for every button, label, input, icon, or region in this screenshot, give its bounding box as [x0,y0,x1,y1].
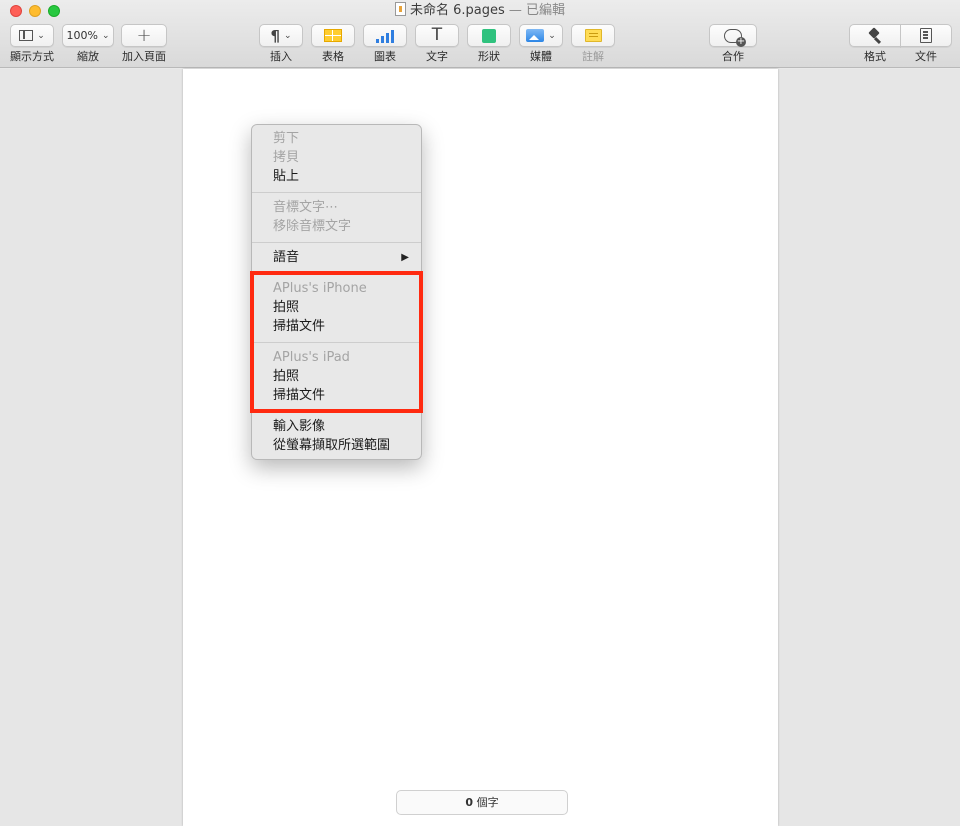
zoom-dropdown[interactable]: 100% ⌄ [62,24,114,47]
text-icon: T [431,25,443,45]
collaborate-button[interactable] [709,24,757,47]
chart-label: 圖表 [374,50,396,63]
title-separator: — [508,3,522,18]
insert-label: 插入 [270,50,292,63]
word-count-value: 0 [465,796,474,809]
menu-item-iphone-take-photo[interactable]: 拍照 [252,298,421,317]
sidebar-icon [19,30,34,41]
menu-separator [252,273,421,274]
menu-item-ipad-take-photo[interactable]: 拍照 [252,367,421,386]
chart-icon [376,29,394,43]
menu-separator [252,411,421,412]
shape-icon [482,28,496,43]
table-button[interactable] [311,24,355,47]
menu-header-iphone: APlus's iPhone [273,281,367,296]
shape-label: 形狀 [478,50,500,63]
photo-icon [526,29,545,42]
chevron-down-icon: ⌄ [284,30,292,41]
menu-separator [252,342,421,343]
add-page-label: 加入頁面 [122,50,166,63]
menu-item-paste[interactable]: 貼上 [252,167,421,186]
format-button[interactable] [849,24,901,47]
media-label: 媒體 [530,50,552,63]
comment-icon [584,29,602,42]
comment-label: 註解 [582,50,604,63]
chevron-down-icon: ⌄ [101,30,110,41]
add-page-button[interactable]: + [121,24,167,47]
zoom-label: 縮放 [77,50,99,63]
view-button[interactable]: ⌄ [10,24,54,47]
menu-item-import-image[interactable]: 輸入影像 [252,417,421,436]
menu-item-remove-phonetic: 移除音標文字 [273,219,352,234]
pages-document-icon [394,2,406,16]
view-label: 顯示方式 [10,50,54,63]
format-label: 格式 [864,50,886,63]
paintbrush-icon [868,29,882,43]
word-count-unit: 個字 [476,796,499,809]
chevron-down-icon: ⌄ [37,30,45,41]
menu-item-speech[interactable]: 語音 ▶ [252,248,421,267]
table-label: 表格 [322,50,344,63]
document-status: 已編輯 [526,3,566,18]
document-icon [920,28,932,43]
collaborate-icon [724,28,746,47]
menu-item-capture-selection[interactable]: 從螢幕擷取所選範圍 [252,436,421,455]
menu-item-speech-label: 語音 [273,250,300,265]
comment-button[interactable] [571,24,615,47]
menu-header-ipad: APlus's iPad [273,350,350,365]
media-button[interactable]: ⌄ [519,24,563,47]
document-name: 未命名 6.pages [409,3,505,18]
document-canvas [0,69,960,826]
menu-item-phonetic: 音標文字⋯ [273,200,339,215]
menu-item-cut: 剪下 [273,131,300,146]
table-icon [324,29,342,42]
menu-item-copy: 拷貝 [273,150,300,165]
word-count-badge[interactable]: 0 個字 [396,790,568,815]
zoom-value: 100% [66,29,98,42]
plus-icon: + [136,24,152,46]
collaborate-label: 合作 [722,50,744,63]
toolbar: 未命名 6.pages — 已編輯 ⌄ 顯示方式 100% ⌄ 縮放 + 加入頁面… [0,0,960,68]
text-label: 文字 [426,50,448,63]
shape-button[interactable] [467,24,511,47]
chart-button[interactable] [363,24,407,47]
menu-separator [252,192,421,193]
document-button[interactable] [900,24,952,47]
insert-button[interactable]: ¶ ⌄ [259,24,303,47]
window-title: 未命名 6.pages — 已編輯 [0,2,960,20]
chevron-down-icon: ⌄ [548,30,556,41]
context-menu: 剪下 拷貝 貼上 音標文字⋯ 移除音標文字 語音 ▶ APlus's iPhon… [251,124,422,460]
menu-separator [252,242,421,243]
menu-item-ipad-scan-document[interactable]: 掃描文件 [252,386,421,405]
pilcrow-icon: ¶ [270,26,280,45]
menu-item-iphone-scan-document[interactable]: 掃描文件 [252,317,421,336]
submenu-arrow-icon: ▶ [401,252,409,263]
text-box-button[interactable]: T [415,24,459,47]
document-label: 文件 [915,50,937,63]
